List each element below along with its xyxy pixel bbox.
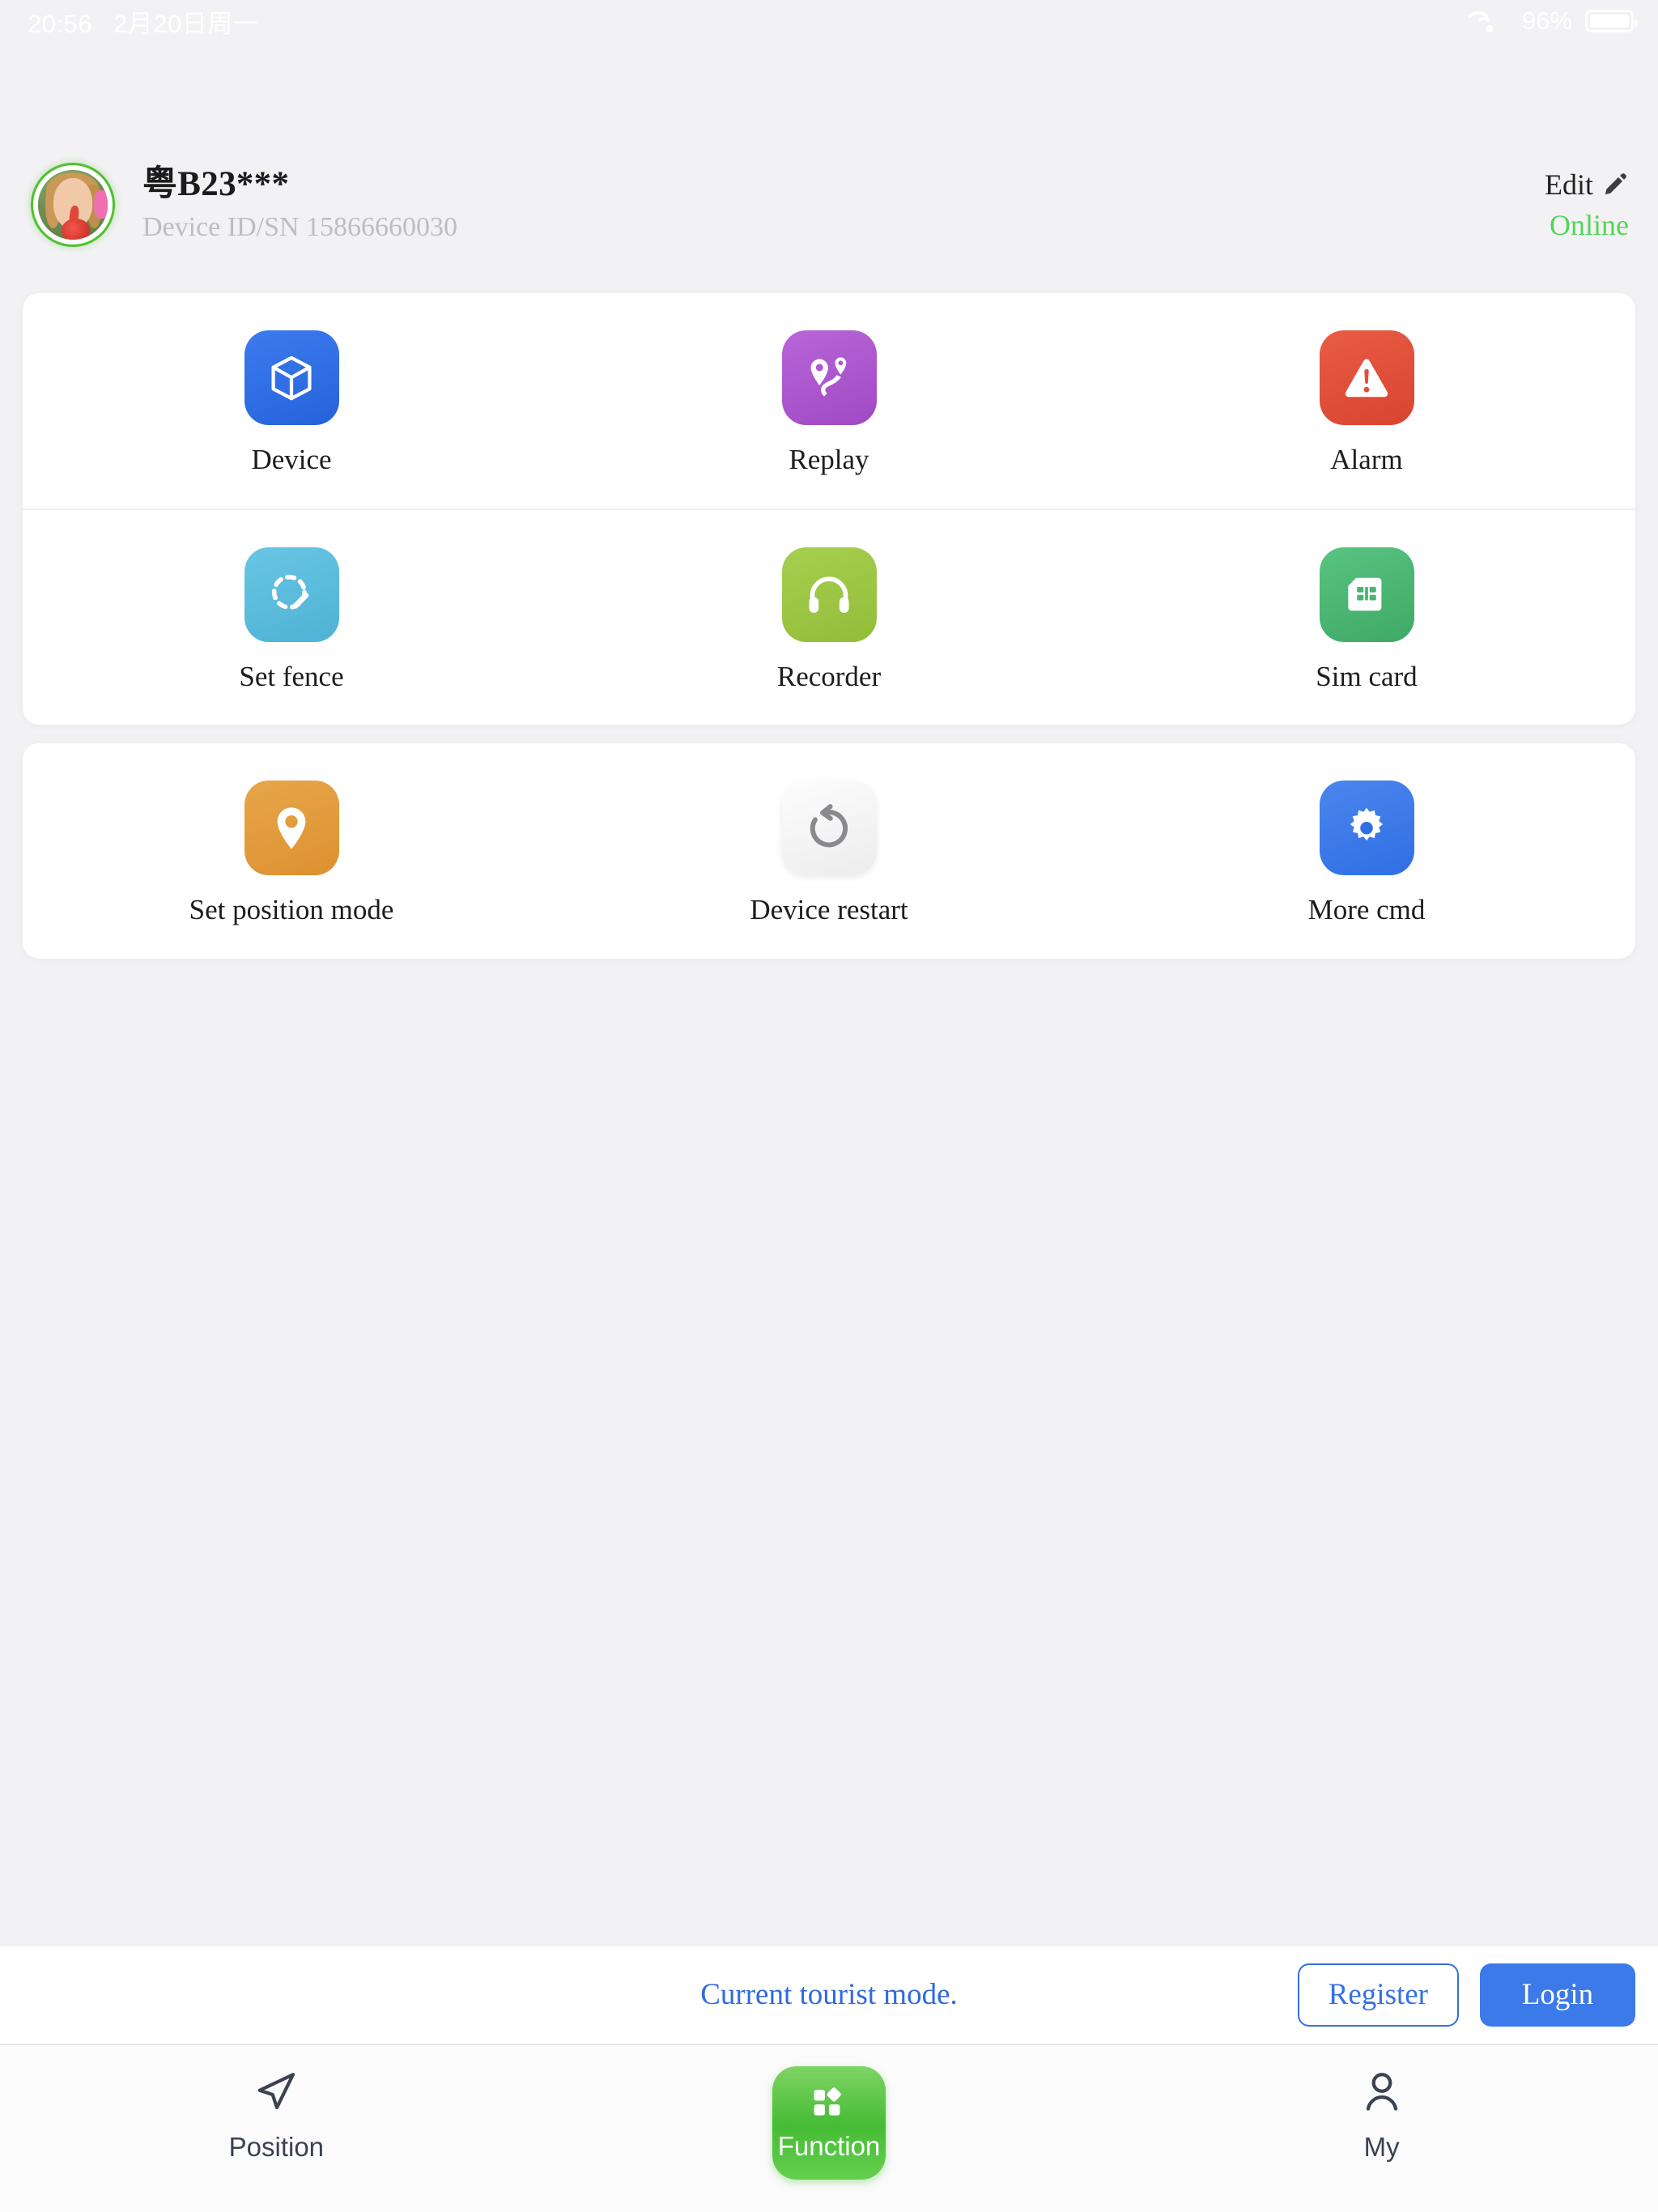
extra-commands-card: Set position mode Device restart More cm… xyxy=(23,743,1635,959)
dashed-circle-pencil-icon xyxy=(244,547,339,642)
login-button[interactable]: Login xyxy=(1480,1963,1635,2027)
tab-label: Function xyxy=(777,2130,881,2161)
function-label: Sim card xyxy=(1316,660,1418,692)
wifi-icon xyxy=(1462,10,1509,32)
route-pins-icon xyxy=(781,330,877,425)
edit-label: Edit xyxy=(1545,168,1593,201)
battery-icon xyxy=(1585,10,1638,32)
function-row: Set position mode Device restart More cm… xyxy=(23,743,1635,959)
function-label: Device xyxy=(251,444,332,475)
device-name: 粤B23*** xyxy=(142,165,290,204)
function-label: Alarm xyxy=(1330,444,1403,475)
function-recorder[interactable]: Recorder xyxy=(560,510,1098,725)
function-label: Set position mode xyxy=(189,894,394,925)
function-alarm[interactable]: Alarm xyxy=(1098,293,1635,508)
battery-percent-label: 96% xyxy=(1521,6,1572,35)
function-label: Replay xyxy=(789,444,869,475)
sim-card-icon xyxy=(1319,547,1414,642)
function-set-fence[interactable]: Set fence xyxy=(23,510,560,725)
function-set-position-mode[interactable]: Set position mode xyxy=(23,743,560,959)
map-pin-icon xyxy=(244,781,339,875)
restart-icon xyxy=(781,781,877,875)
device-info: 粤B23*** Device ID/SN 15866660030 xyxy=(142,164,1545,244)
status-bar-left: 20:56 2月20日周一 xyxy=(28,3,258,40)
function-sim-card[interactable]: Sim card xyxy=(1098,510,1635,725)
function-device-restart[interactable]: Device restart xyxy=(560,743,1098,959)
device-header: 粤B23*** Device ID/SN 15866660030 Edit On… xyxy=(0,150,1658,259)
function-more-cmd[interactable]: More cmd xyxy=(1098,743,1635,959)
cube-icon xyxy=(244,330,339,425)
tab-my[interactable]: My xyxy=(1105,2045,1658,2163)
function-label: More cmd xyxy=(1307,894,1426,925)
function-label: Device restart xyxy=(750,894,908,925)
function-replay[interactable]: Replay xyxy=(560,293,1098,508)
tab-function[interactable]: Function xyxy=(553,2045,1106,2180)
function-label: Set fence xyxy=(239,660,344,692)
function-label: Recorder xyxy=(776,660,882,692)
main-functions-card: Device Replay Alarm Set fence Recorder S… xyxy=(23,293,1635,725)
status-bar-right: 96% xyxy=(1462,6,1638,36)
tab-label: My xyxy=(1363,2132,1400,2162)
function-row: Set fence Recorder Sim card xyxy=(23,508,1635,725)
edit-button[interactable]: Edit xyxy=(1545,168,1629,202)
navigation-arrow-icon xyxy=(252,2068,300,2121)
pencil-icon xyxy=(1601,171,1629,198)
grid-squares-icon xyxy=(806,2085,852,2126)
tab-position[interactable]: Position xyxy=(0,2045,553,2163)
status-date: 2月20日周一 xyxy=(113,9,259,38)
tourist-mode-actions: Register Login xyxy=(1297,1963,1635,2027)
device-sn: Device ID/SN 15866660030 xyxy=(142,211,458,242)
warning-icon xyxy=(1319,330,1414,425)
register-button[interactable]: Register xyxy=(1297,1963,1459,2027)
status-time: 20:56 xyxy=(28,9,93,38)
function-row: Device Replay Alarm xyxy=(23,293,1635,508)
status-bar: 20:56 2月20日周一 96% xyxy=(0,0,1658,42)
headphones-icon xyxy=(781,547,877,642)
gear-icon xyxy=(1319,781,1414,875)
tab-label: Position xyxy=(228,2132,325,2162)
tab-bar: Position Function My xyxy=(0,2044,1658,2212)
person-icon xyxy=(1358,2068,1406,2121)
function-device[interactable]: Device xyxy=(23,293,560,508)
avatar[interactable] xyxy=(31,162,115,247)
device-header-actions: Edit Online xyxy=(1545,168,1629,242)
tourist-mode-message: Current tourist mode. xyxy=(700,1978,958,2011)
tourist-mode-bar: Current tourist mode. Register Login xyxy=(0,1945,1658,2044)
status-badge: Online xyxy=(1550,208,1629,241)
